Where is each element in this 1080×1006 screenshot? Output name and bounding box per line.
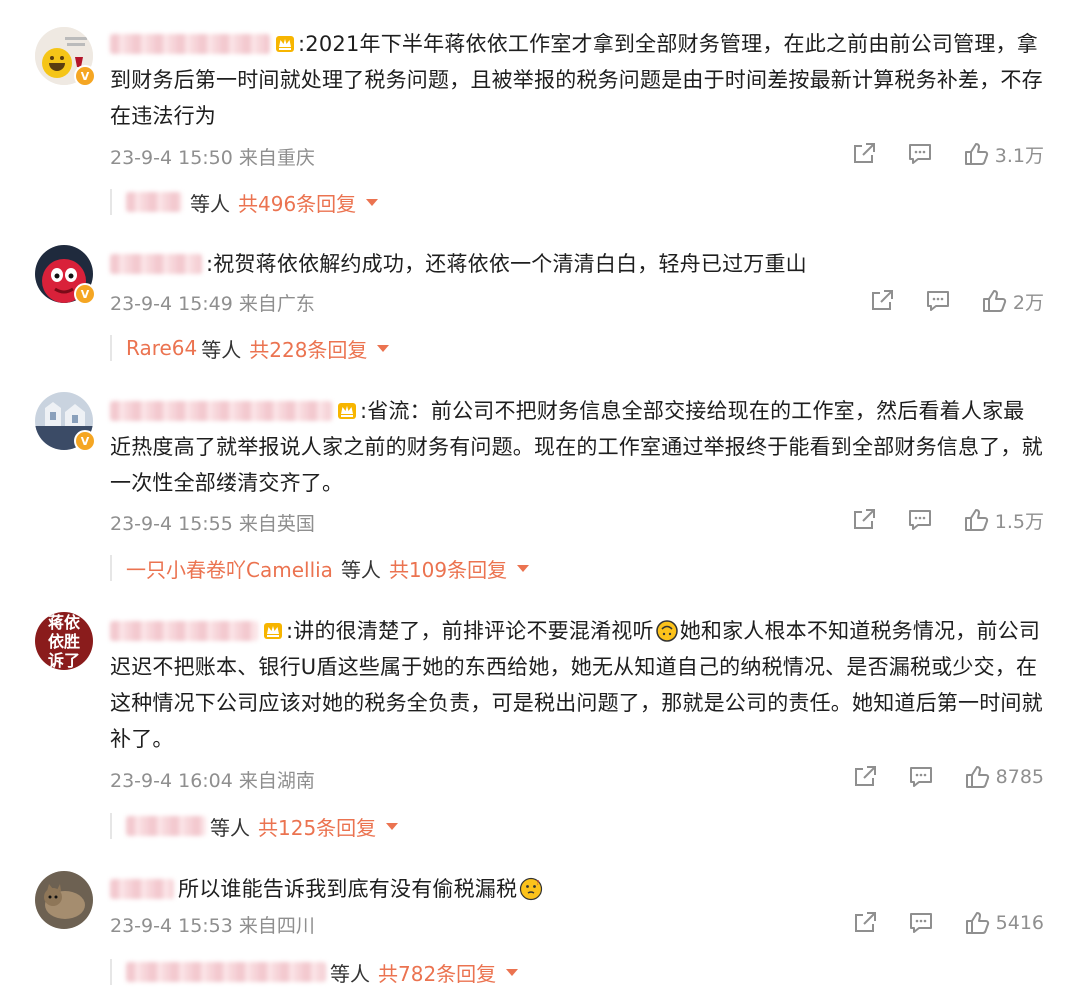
like-icon xyxy=(981,288,1007,314)
share-icon xyxy=(852,910,878,936)
reply-count[interactable]: 共496条回复 xyxy=(238,188,356,217)
share-button[interactable] xyxy=(869,288,895,314)
crown-icon xyxy=(336,400,358,420)
svg-text:?: ? xyxy=(536,879,540,887)
share-icon xyxy=(869,288,895,314)
reply-count[interactable]: 共228条回复 xyxy=(249,334,367,363)
avatar[interactable]: V xyxy=(35,27,96,87)
blurred-username xyxy=(126,816,206,836)
like-button[interactable]: 5416 xyxy=(964,910,1044,936)
avatar[interactable]: V xyxy=(35,392,96,452)
chevron-down-icon[interactable] xyxy=(377,344,390,352)
thinking-face-icon: ? xyxy=(520,877,543,901)
comment-meta: 23-9-4 16:04 来自湖南 xyxy=(110,770,315,792)
share-icon xyxy=(851,141,877,167)
comment-icon xyxy=(908,910,934,936)
comment-icon xyxy=(908,764,934,790)
comment-text: :2021年下半年蒋依依工作室才拿到全部财务管理，在此之前由前公司管理，拿到财务… xyxy=(110,32,1043,128)
comment-button[interactable] xyxy=(925,288,951,314)
like-icon xyxy=(963,141,989,167)
share-button[interactable] xyxy=(851,507,877,533)
comment-text: :祝贺蒋依依解约成功，还蒋依依一个清清白白，轻舟已过万重山 xyxy=(110,246,1045,282)
avatar-text: 蒋依依胜诉了 xyxy=(47,612,80,670)
verified-badge-icon: V xyxy=(74,430,96,452)
reply-summary[interactable]: 等人 共782条回复 xyxy=(110,958,519,987)
blurred-username[interactable] xyxy=(110,879,174,899)
chevron-down-icon[interactable] xyxy=(366,198,379,206)
reply-count[interactable]: 共109条回复 xyxy=(389,554,507,583)
reply-summary[interactable]: 等人 共125条回复 xyxy=(110,812,399,841)
like-count: 1.5万 xyxy=(994,510,1044,533)
reply-count[interactable]: 共125条回复 xyxy=(258,812,376,841)
comment-text: 所以谁能告诉我到底有没有偷税漏税? xyxy=(110,871,1045,907)
comment-meta: 23-9-4 15:49 来自广东 xyxy=(110,293,315,315)
reply-summary[interactable]: 等人 共496条回复 xyxy=(110,188,379,217)
like-icon xyxy=(964,764,990,790)
comment-icon xyxy=(907,507,933,533)
reply-suffix: 等人 xyxy=(340,557,381,582)
like-button[interactable]: 3.1万 xyxy=(963,141,1044,168)
comment-button[interactable] xyxy=(907,507,933,533)
reply-suffix: 等人 xyxy=(330,961,370,986)
reply-summary[interactable]: 一只小春卷吖Camellia 等人 共109条回复 xyxy=(110,554,530,583)
comment-meta: 23-9-4 15:53 来自四川 xyxy=(110,915,315,937)
comment-button[interactable] xyxy=(908,764,934,790)
avatar[interactable]: V xyxy=(35,245,96,305)
comment-button[interactable] xyxy=(907,141,933,167)
blurred-username xyxy=(126,192,182,212)
comment-button[interactable] xyxy=(908,910,934,936)
like-button[interactable]: 2万 xyxy=(981,288,1044,315)
reply-summary[interactable]: Rare64 等人 共228条回复 xyxy=(110,334,390,363)
verified-badge-icon: V xyxy=(74,283,96,305)
chevron-down-icon[interactable] xyxy=(386,822,399,830)
reply-suffix: 等人 xyxy=(190,191,230,216)
comment-icon xyxy=(925,288,951,314)
chevron-down-icon[interactable] xyxy=(517,564,530,572)
avatar[interactable] xyxy=(35,871,93,929)
like-icon xyxy=(964,910,990,936)
like-button[interactable]: 1.5万 xyxy=(963,507,1044,534)
blurred-username[interactable] xyxy=(110,401,332,421)
like-count: 5416 xyxy=(995,912,1044,934)
share-button[interactable] xyxy=(851,141,877,167)
comment-icon xyxy=(907,141,933,167)
reply-user[interactable]: 一只小春卷吖Camellia xyxy=(126,554,333,583)
like-icon xyxy=(963,507,989,533)
avatar[interactable]: 蒋依依胜诉了 xyxy=(35,612,93,670)
share-button[interactable] xyxy=(852,764,878,790)
comment-meta: 23-9-4 15:55 来自英国 xyxy=(110,513,315,535)
share-icon xyxy=(852,764,878,790)
blurred-username[interactable] xyxy=(110,254,202,274)
share-icon xyxy=(851,507,877,533)
upside-down-face-icon xyxy=(655,620,678,642)
reply-suffix: 等人 xyxy=(201,337,242,362)
reply-count[interactable]: 共782条回复 xyxy=(378,958,496,987)
like-count: 8785 xyxy=(995,766,1044,788)
like-button[interactable]: 8785 xyxy=(964,764,1044,790)
like-count: 3.1万 xyxy=(994,144,1044,167)
comment-meta: 23-9-4 15:50 来自重庆 xyxy=(110,147,315,169)
like-count: 2万 xyxy=(1012,291,1044,314)
blurred-username[interactable] xyxy=(110,621,258,641)
comment-text: :讲的很清楚了，前排评论不要混淆视听 她和家人根本不知道税务情况，前公司迟迟不把账… xyxy=(110,619,1043,751)
crown-icon xyxy=(262,620,284,640)
comment-text: :省流：前公司不把财务信息全部交接给现在的工作室，然后看着人家最近热度高了就举报… xyxy=(110,399,1043,495)
reply-user[interactable]: Rare64 xyxy=(126,336,197,360)
share-button[interactable] xyxy=(852,910,878,936)
reply-suffix: 等人 xyxy=(210,815,250,840)
chevron-down-icon[interactable] xyxy=(506,968,519,976)
blurred-username[interactable] xyxy=(110,34,270,54)
verified-badge-icon: V xyxy=(74,65,96,87)
blurred-username xyxy=(126,962,326,982)
crown-icon xyxy=(274,33,296,53)
